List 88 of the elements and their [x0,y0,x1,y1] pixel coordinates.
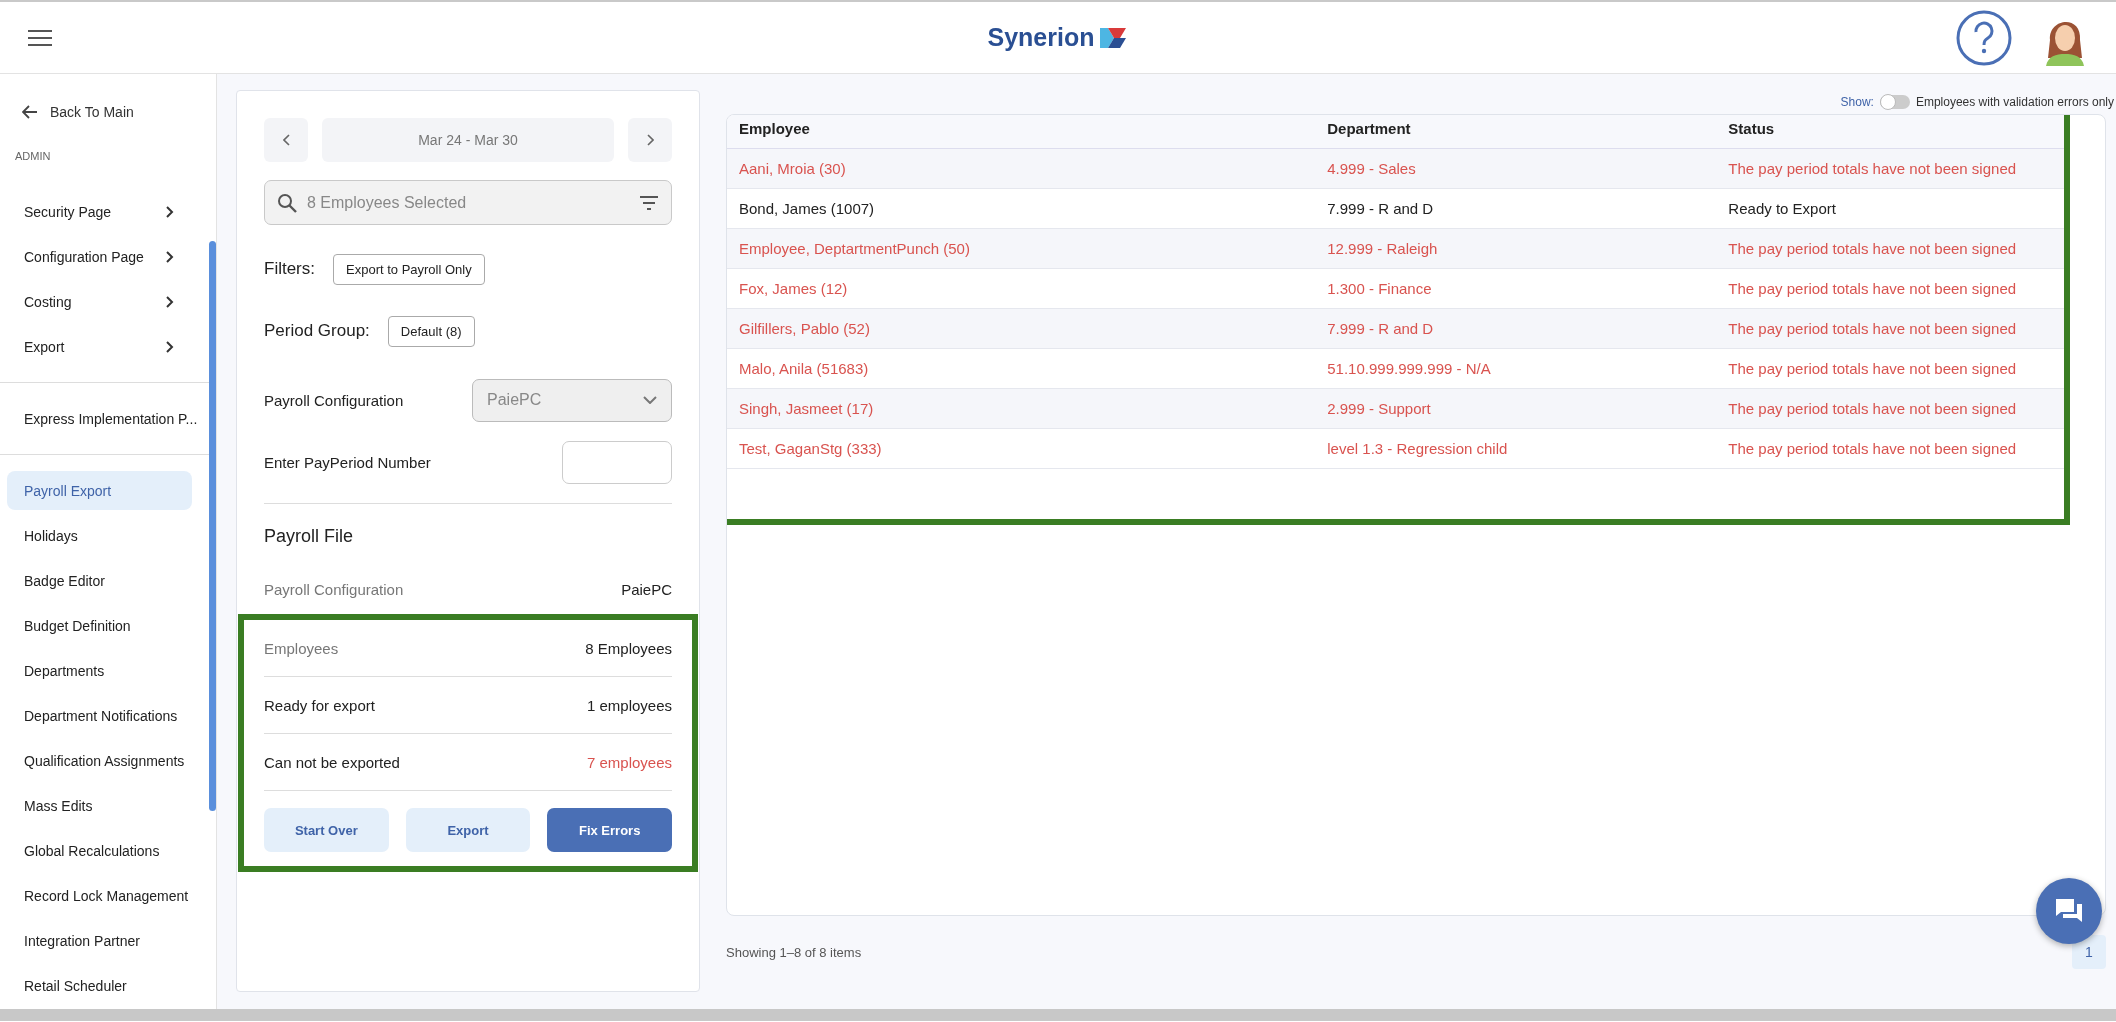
summary-label: Can not be exported [264,753,400,771]
chevron-right-icon [166,250,174,263]
table-cell: The pay period totals have not been signed [1716,428,2064,469]
summary-label: Employees [264,639,339,657]
filters-label: Filters: [264,259,315,279]
sidebar-item[interactable]: Holidays [7,516,192,555]
table-cell: 2.999 - Support [1315,388,1717,429]
filter-icon[interactable] [639,195,659,210]
date-range-button[interactable]: Mar 24 - Mar 30 [322,118,614,162]
table-cell: The pay period totals have not been signed [1716,268,2064,309]
summary-value: 7 employees [586,753,672,771]
toggle-label: Employees with validation errors only [1915,95,2114,109]
back-link[interactable]: Back To Main [0,94,216,130]
table-cell: level 1.3 - Regression child [1315,428,1717,469]
period-group-label: Period Group: [264,321,370,341]
table-cell: 51.10.999.999.999 - N/A [1315,348,1717,389]
column-header[interactable]: Department [1315,115,1717,149]
sidebar-item[interactable]: Integration Partner [7,921,192,960]
table-cell: Bond, James (1007) [727,188,1316,229]
column-header[interactable]: Employee [727,115,1316,149]
column-header[interactable]: Status [1716,115,2064,149]
sidebar-item[interactable]: Departments [7,651,192,690]
sidebar-item[interactable]: Department Notifications [7,696,192,735]
chat-icon [2054,897,2084,925]
logo-flag-icon [1098,25,1129,50]
table-cell: Ready to Export [1716,188,2064,229]
table-cell: The pay period totals have not been signed [1716,348,2064,389]
back-arrow-icon [22,105,38,119]
table-cell: The pay period totals have not been signed [1716,148,2064,189]
sidebar-item[interactable]: Payroll Export [7,471,192,510]
table-cell: The pay period totals have not been signed [1716,388,2064,429]
table-cell: The pay period totals have not been signed [1716,308,2064,349]
table-cell: 4.999 - Sales [1315,148,1717,189]
chevron-right-icon [166,340,174,353]
sidebar-item[interactable]: Record Lock Management [7,876,192,915]
summary-value: 1 employees [586,696,672,714]
action-button[interactable]: Fix Errors [547,808,672,852]
search-icon [277,192,297,213]
table-cell: The pay period totals have not been signed [1716,228,2064,269]
pay-period-input[interactable] [562,440,672,484]
sidebar-item[interactable]: Retail Scheduler [7,966,192,1005]
table-cell: Malo, Anila (51683) [727,348,1316,389]
table-cell: 1.300 - Finance [1315,268,1717,309]
table-cell: 7.999 - R and D [1315,188,1717,229]
table-cell: Aani, Mroia (30) [727,148,1316,189]
sidebar-item[interactable]: Qualification Assignments [7,741,192,780]
chevron-right-icon [166,205,174,218]
table-cell: 12.999 - Raleigh [1315,228,1717,269]
chevron-down-icon [643,396,657,404]
table-cell: 7.999 - R and D [1315,308,1717,349]
summary-label: Ready for export [264,696,375,714]
action-button[interactable]: Export [405,808,531,852]
table-cell: Test, GaganStg (333) [727,428,1316,469]
info-value: PaiePC [621,581,672,598]
table-cell: Fox, James (12) [727,268,1316,309]
search-bar[interactable]: 8 Employees Selected [264,180,672,225]
table-cell: Employee, DeptartmentPunch (50) [727,228,1316,269]
toggle-switch[interactable] [1879,95,1910,109]
chevron-left-icon [282,134,290,146]
show-label: Show: [1840,95,1874,109]
menu-icon[interactable] [28,28,52,47]
help-icon[interactable] [1956,9,2012,66]
period-group-chip[interactable]: Default (8) [387,315,475,347]
summary-value: 8 Employees [585,639,672,657]
field-label: Payroll Configuration [264,391,404,409]
pagination-summary: Showing 1–8 of 8 items [726,944,862,960]
sidebar-item[interactable]: Mass Edits [7,786,192,825]
logo-text: Synerion [987,23,1095,52]
scrollbar[interactable] [209,241,216,811]
info-label: Payroll Configuration [264,581,404,598]
field-label: Enter PayPeriod Number [264,453,431,471]
chevron-right-icon [646,134,654,146]
table-cell: Gilfillers, Pablo (52) [727,308,1316,349]
sidebar-item[interactable]: Budget Definition [7,606,192,645]
section-title: Payroll File [264,525,355,548]
section-label: ADMIN [14,149,52,164]
table-cell: Singh, Jasmeet (17) [727,388,1316,429]
search-field[interactable]: 8 Employees Selected [305,192,631,213]
chevron-right-icon [166,295,174,308]
action-button[interactable]: Start Over [264,808,389,852]
sidebar-item[interactable]: Badge Editor [7,561,192,600]
page-button[interactable]: 1 [2072,935,2106,969]
sidebar-item[interactable]: Global Recalculations [7,831,192,870]
sidebar-item[interactable]: Configuration Page [7,237,192,276]
sidebar-item[interactable]: Export [7,327,192,366]
sidebar-item[interactable]: Costing [7,282,192,321]
sidebar-item[interactable]: Security Page [7,192,192,231]
filter-chip[interactable]: Export to Payroll Only [333,253,485,285]
